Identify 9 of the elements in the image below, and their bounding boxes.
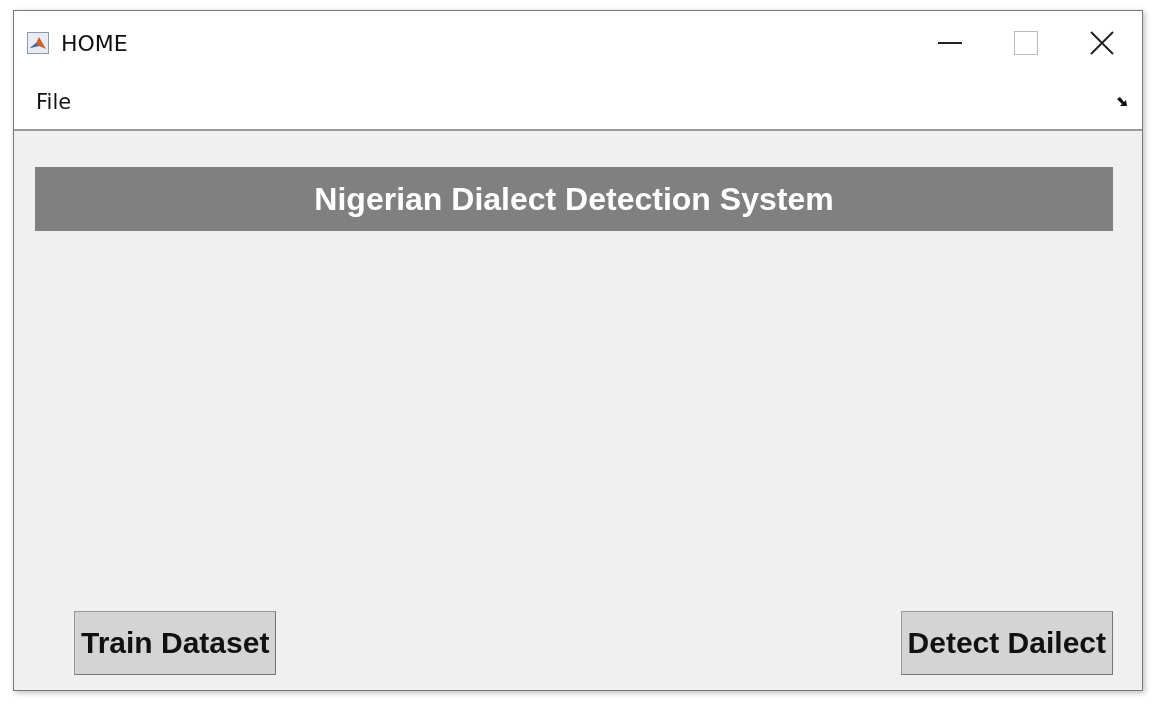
close-icon[interactable]: [1090, 31, 1114, 55]
window-title: HOME: [61, 30, 128, 56]
app-icon: [27, 32, 49, 54]
action-button[interactable]: Train Dataset: [74, 611, 277, 675]
title-banner: Nigerian Dialect Detection System: [35, 167, 1113, 231]
action-button[interactable]: Detect Dailect: [900, 611, 1113, 675]
minimize-icon[interactable]: [938, 41, 962, 45]
arrow-icon[interactable]: [1116, 97, 1128, 107]
menu-item[interactable]: File: [36, 90, 72, 114]
